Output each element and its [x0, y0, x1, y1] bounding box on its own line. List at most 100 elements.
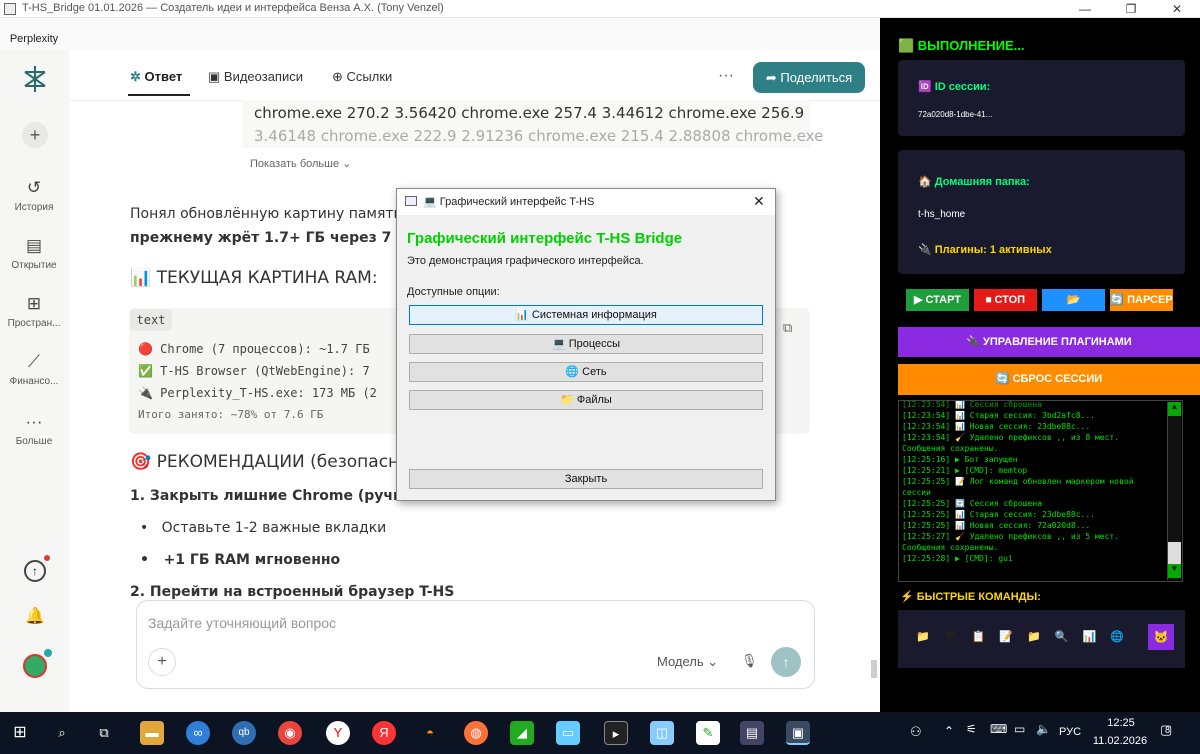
screen-icon[interactable]: ▭: [556, 721, 580, 745]
dialog-title: 💻 Графический интерфейс T-HS: [423, 196, 595, 208]
system-info-button[interactable]: 📊 Системная информация: [409, 305, 763, 325]
search-icon[interactable]: ⌕: [50, 721, 74, 745]
attach-button[interactable]: +: [148, 648, 176, 676]
submit-button[interactable]: ↑: [771, 647, 801, 677]
status-label: 🟩 ВЫПОЛНЕНИЕ...: [898, 38, 1025, 53]
show-more-link[interactable]: Показать больше ⌄: [250, 157, 351, 170]
log-line: [12:25:21] ▶ [CMD]: memtop: [902, 466, 1028, 475]
log-line: [12:23:54] 📊 Старая сессия: 3bd2afc8...: [902, 411, 1095, 420]
log-line: сессии: [902, 488, 931, 497]
plugins-manage-button[interactable]: 🔌 УПРАВЛЕНИЕ ПЛАГИНАМИ: [898, 327, 1200, 357]
yandex-icon[interactable]: Я: [372, 721, 396, 745]
nav-history[interactable]: ↺ История: [0, 178, 68, 213]
globe-icon: ⊕: [332, 69, 347, 84]
firefox-icon[interactable]: ◍: [464, 721, 488, 745]
parser-button[interactable]: 🔄 ПАРСЕР: [1110, 289, 1173, 311]
chart-icon[interactable]: 📊: [1082, 631, 1110, 643]
app-tray-icon[interactable]: ⚟: [966, 722, 977, 736]
code-line: Итого занято: ~78% от 7.6 ГБ: [138, 408, 324, 421]
model-selector[interactable]: Модель ⌄: [657, 654, 718, 670]
copy-icon[interactable]: ⧉: [783, 320, 792, 336]
log-line: [12:23:54] 📊 Новая сессия: 23dbe88c...: [902, 422, 1091, 431]
dialog-description: Это демонстрация графического интерфейса…: [407, 255, 644, 267]
folder-icon[interactable]: 📁: [916, 631, 944, 643]
stop-button[interactable]: ⏹ СТОП: [974, 289, 1037, 311]
app-icon[interactable]: ◢: [510, 721, 534, 745]
processes-button[interactable]: 💻 Процессы: [409, 334, 763, 354]
gui-dialog: 💻 Графический интерфейс T-HS ✕ Графическ…: [396, 188, 776, 501]
share-button[interactable]: ➦ Поделиться: [753, 62, 865, 93]
log-line: Сообщения сохранены.: [902, 543, 999, 552]
maximize-button[interactable]: ❐: [1108, 0, 1154, 18]
yandex-browser-icon[interactable]: Y: [326, 721, 350, 745]
language-indicator[interactable]: РУС: [1059, 726, 1081, 738]
app-icon[interactable]: ▤: [740, 721, 764, 745]
log-scrollbar[interactable]: ▲ ▼: [1167, 402, 1181, 580]
bell-icon[interactable]: 🔔: [25, 606, 45, 626]
perplexity-tab[interactable]: Perplexity: [0, 28, 68, 50]
open-button[interactable]: 📂 ОТКРЫТЬ: [1042, 289, 1105, 311]
perplexity-logo[interactable]: [22, 64, 48, 94]
explorer-icon[interactable]: ▬: [140, 721, 164, 745]
app-icon[interactable]: ◫: [650, 721, 674, 745]
ths-bridge-icon[interactable]: ▣: [786, 721, 810, 745]
terminal-icon[interactable]: ▸: [604, 721, 628, 745]
qbittorrent-icon[interactable]: qb: [232, 721, 256, 745]
chevron-up-icon[interactable]: ⌃: [944, 724, 954, 738]
upgrade-icon[interactable]: ↑: [24, 560, 46, 582]
dialog-close-button[interactable]: Закрыть: [409, 469, 763, 489]
log-line: [12:25:25] 📝 Лог команд обновлен маркеро…: [902, 477, 1134, 486]
chrome-icon[interactable]: ◉: [278, 721, 302, 745]
close-window-button[interactable]: ✕: [1154, 0, 1200, 18]
quick-command-icons[interactable]: 📁🖥📋📝📁🔍📊🌐: [916, 630, 1138, 643]
folder-icon[interactable]: 📁: [1027, 631, 1055, 643]
nav-discover[interactable]: ▤ Открытие: [0, 236, 68, 271]
network-button[interactable]: 🌐 Сеть: [409, 362, 763, 382]
globe-icon[interactable]: 🌐: [1110, 631, 1138, 643]
notifications-icon[interactable]: ▢ 8: [1160, 722, 1172, 738]
minimize-button[interactable]: —: [1062, 0, 1108, 18]
code-line: 🔴 Chrome (7 процессов): ~1.7 ГБ: [138, 342, 370, 356]
log-console[interactable]: [12:23:54] 📊 Сессия сброшена [12:23:54] …: [898, 400, 1183, 582]
answer-paragraph-1: Понял обновлённую картину памяти. С: [130, 206, 422, 222]
note-icon[interactable]: 📝: [999, 631, 1027, 643]
followup-input[interactable]: Задайте уточняющий вопрос: [148, 615, 336, 631]
window-title: T-HS_Bridge 01.01.2026 — Создатель идеи …: [22, 2, 444, 14]
people-icon[interactable]: ⚇: [910, 724, 922, 740]
nextcloud-icon[interactable]: ∞: [186, 721, 210, 745]
search-icon[interactable]: 🔍: [1055, 631, 1083, 643]
list-item: • Оставьте 1-2 важные вкладки: [140, 520, 387, 536]
more-options-button[interactable]: ···: [718, 67, 734, 85]
nav-finance[interactable]: ⟋ Финансо...: [0, 352, 68, 387]
log-line: [12:23:54] 📊 Сессия сброшена: [902, 400, 1043, 409]
keyboard-icon[interactable]: ⌨: [990, 722, 1007, 736]
scrollbar[interactable]: [871, 660, 877, 678]
mic-icon[interactable]: 🎙: [741, 653, 758, 669]
tab-links[interactable]: ⊕ Ссылки: [332, 69, 392, 85]
clipboard-icon[interactable]: 📋: [972, 631, 1000, 643]
volume-icon[interactable]: 🔈: [1036, 722, 1051, 736]
network-icon[interactable]: ▭: [1014, 722, 1025, 736]
log-line: [12:25:27] 🧹 Удалено префиксов ,, из 5 м…: [902, 532, 1120, 541]
monitor-icon[interactable]: 🖥: [944, 631, 972, 643]
log-line: [12:25:28] ▶ [CMD]: gui: [902, 554, 1013, 563]
task-view-icon[interactable]: ⧉: [92, 721, 116, 745]
tab-videos[interactable]: ▣ Видеозаписи: [208, 69, 303, 85]
notepad-icon[interactable]: ✎: [696, 721, 720, 745]
log-line: [12:25:25] 📊 Новая сессия: 72a020d8...: [902, 521, 1091, 530]
code-line: ✅ T-HS Browser (QtWebEngine): 7: [138, 364, 370, 378]
start-button[interactable]: ▶ СТАРТ: [906, 289, 969, 311]
new-thread-button[interactable]: +: [22, 122, 48, 148]
start-icon[interactable]: ⊞: [8, 721, 32, 745]
reset-session-button[interactable]: 🔄 СБРОС СЕССИИ: [898, 364, 1200, 395]
tab-answer[interactable]: ✲ Ответ: [130, 69, 182, 85]
nav-more[interactable]: ··· Больше: [0, 412, 68, 447]
dialog-close-icon[interactable]: ✕: [753, 193, 765, 210]
cat-icon[interactable]: 🐱: [1148, 624, 1174, 650]
nav-spaces[interactable]: ⊞ Простран...: [0, 294, 68, 329]
clock-date[interactable]: 11.02.2026: [1090, 735, 1150, 747]
clock-time[interactable]: 12:25: [1103, 717, 1139, 729]
files-button[interactable]: 📁 Файлы: [409, 390, 763, 410]
app-icon[interactable]: ◓: [418, 721, 442, 745]
avatar[interactable]: [23, 654, 47, 678]
